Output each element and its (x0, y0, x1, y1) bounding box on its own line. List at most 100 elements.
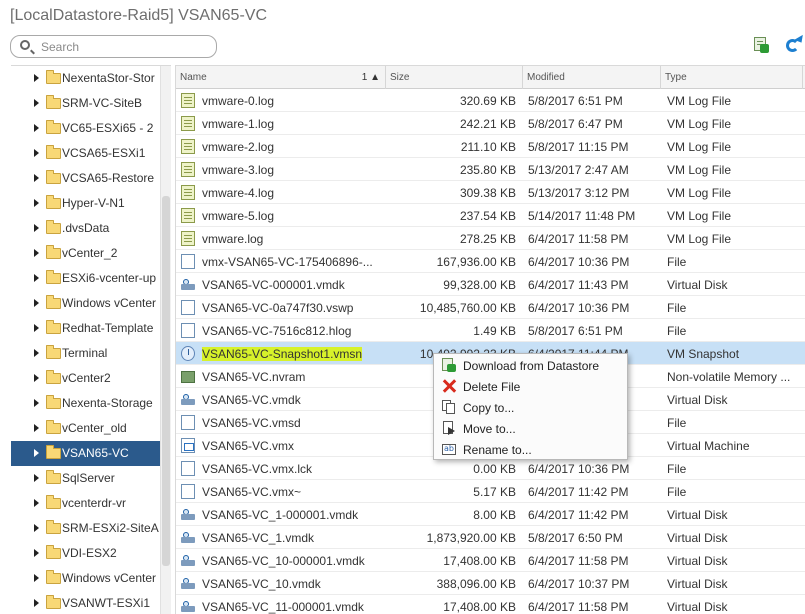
expand-arrow-icon[interactable] (34, 99, 39, 107)
file-name: VSAN65-VC-Snapshot1.vmsn (202, 347, 363, 361)
expand-arrow-icon[interactable] (34, 249, 39, 257)
file-modified: 6/4/2017 10:37 PM (528, 577, 630, 591)
expand-arrow-icon[interactable] (34, 274, 39, 282)
refresh-button[interactable] (784, 34, 805, 54)
virtual-disk-icon (181, 530, 195, 545)
table-row[interactable]: VSAN65-VC.vmx.lck 0.00 KB 6/4/2017 10:36 P… (176, 457, 805, 480)
file-type: VM Snapshot (667, 347, 740, 361)
tree-scroll-thumb[interactable] (162, 196, 170, 566)
file-icon (181, 300, 195, 315)
tree-item[interactable]: vCenter_old (11, 416, 160, 441)
file-grid: Name 1 ▲ Size Modified Type vmware-0.log… (175, 65, 805, 614)
table-row[interactable]: vmware-3.log 235.80 KB 5/13/2017 2:47 AM VM… (176, 158, 805, 181)
table-row[interactable]: VSAN65-VC_10.vmdk 388,096.00 KB 6/4/2017 1… (176, 572, 805, 595)
tree-item[interactable]: VCSA65-ESXi1 (11, 141, 160, 166)
folder-icon (46, 320, 61, 334)
menu-item-delete-file[interactable]: Delete File (434, 376, 627, 397)
file-size: 17,408.00 KB (443, 554, 516, 568)
tree-item[interactable]: VSANWT-ESXi1 (11, 591, 160, 614)
tree-item[interactable]: VSAN65-VC (11, 441, 160, 466)
file-type: Virtual Disk (667, 278, 728, 292)
menu-item-download[interactable]: Download from Datastore (434, 355, 627, 376)
table-row[interactable]: VSAN65-VC_1-000001.vmdk 8.00 KB 6/4/2017 1… (176, 503, 805, 526)
table-row[interactable]: VSAN65-VC.vmx~ 5.17 KB 6/4/2017 11:42 PM Fi… (176, 480, 805, 503)
table-row[interactable]: VSAN65-VC-0a747f30.vswp 10,485,760.00 KB 6… (176, 296, 805, 319)
table-row[interactable]: vmware-4.log 309.38 KB 5/13/2017 3:12 PM VM… (176, 181, 805, 204)
search-input[interactable] (41, 38, 211, 55)
table-row[interactable]: VSAN65-VC-7516c812.hlog 1.49 KB 5/8/2017 6… (176, 319, 805, 342)
tree-item[interactable]: ESXi6-vcenter-up (11, 266, 160, 291)
tree-item[interactable]: SRM-VC-SiteB (11, 91, 160, 116)
expand-arrow-icon[interactable] (34, 299, 39, 307)
tree-item[interactable]: vCenter_2 (11, 241, 160, 266)
tree-item[interactable]: NexentaStor-Stor (11, 66, 160, 91)
tree-item[interactable]: vCenter2 (11, 366, 160, 391)
expand-arrow-icon[interactable] (34, 549, 39, 557)
virtual-disk-icon (181, 576, 195, 591)
tree-item[interactable]: Redhat-Template (11, 316, 160, 341)
tree-item[interactable]: Windows vCenter (11, 291, 160, 316)
table-row[interactable]: vmware-0.log 320.69 KB 5/8/2017 6:51 PM VM … (176, 89, 805, 112)
expand-arrow-icon[interactable] (34, 499, 39, 507)
expand-arrow-icon[interactable] (34, 199, 39, 207)
menu-item-rename-to[interactable]: Rename to... (434, 439, 627, 460)
tree-item-label: .dvsData (62, 221, 110, 235)
expand-arrow-icon[interactable] (34, 574, 39, 582)
table-row[interactable]: VSAN65-VC-000001.vmdk 99,328.00 KB 6/4/201… (176, 273, 805, 296)
tree-item[interactable]: SqlServer (11, 466, 160, 491)
table-row[interactable]: vmware-5.log 237.54 KB 5/14/2017 11:48 PM V… (176, 204, 805, 227)
expand-arrow-icon[interactable] (34, 424, 39, 432)
tree-item[interactable]: Nexenta-Storage (11, 391, 160, 416)
expand-arrow-icon[interactable] (34, 374, 39, 382)
tree-scrollbar[interactable] (160, 66, 171, 614)
table-row[interactable]: VSAN65-VC_11-000001.vmdk 17,408.00 KB 6/4/… (176, 595, 805, 614)
file-type: Virtual Disk (667, 508, 728, 522)
file-type: File (667, 462, 687, 476)
tree-item[interactable]: vcenterdr-vr (11, 491, 160, 516)
expand-arrow-icon[interactable] (34, 124, 39, 132)
table-row[interactable]: VSAN65-VC_1.vmdk 1,873,920.00 KB 5/8/2017 … (176, 526, 805, 549)
tree-item[interactable]: Terminal (11, 341, 160, 366)
search-box[interactable] (10, 35, 217, 58)
menu-item-move-to[interactable]: Move to... (434, 418, 627, 439)
expand-arrow-icon[interactable] (34, 449, 39, 457)
expand-arrow-icon[interactable] (34, 74, 39, 82)
download-from-datastore-button[interactable] (753, 37, 771, 54)
file-type: Virtual Disk (667, 554, 728, 568)
folder-icon (46, 270, 61, 284)
file-type: File (667, 485, 687, 499)
expand-arrow-icon[interactable] (34, 324, 39, 332)
file-size: 1.49 KB (473, 324, 516, 338)
expand-arrow-icon[interactable] (34, 474, 39, 482)
folder-tree[interactable]: NexentaStor-Stor SRM-VC-SiteB VC65-ESXi65 … (11, 65, 171, 614)
table-row[interactable]: VSAN65-VC_10-000001.vmdk 17,408.00 KB 6/4/… (176, 549, 805, 572)
expand-arrow-icon[interactable] (34, 349, 39, 357)
folder-icon (46, 245, 61, 259)
tree-item-label: SqlServer (62, 471, 115, 485)
column-header-size[interactable]: Size (386, 66, 523, 89)
column-header-modified[interactable]: Modified (523, 66, 661, 89)
virtual-machine-icon (181, 438, 195, 453)
tree-item[interactable]: VCSA65-Restore (11, 166, 160, 191)
column-header-type[interactable]: Type (661, 66, 803, 89)
expand-arrow-icon[interactable] (34, 599, 39, 607)
tree-item[interactable]: .dvsData (11, 216, 160, 241)
table-row[interactable]: vmware.log 278.25 KB 6/4/2017 11:58 PM VM L… (176, 227, 805, 250)
expand-arrow-icon[interactable] (34, 524, 39, 532)
column-header-name[interactable]: Name 1 ▲ (176, 66, 386, 89)
table-row[interactable]: vmx-VSAN65-VC-175406896-... 167,936.00 KB… (176, 250, 805, 273)
menu-item-copy-to[interactable]: Copy to... (434, 397, 627, 418)
search-icon (20, 40, 30, 50)
expand-arrow-icon[interactable] (34, 149, 39, 157)
expand-arrow-icon[interactable] (34, 399, 39, 407)
tree-item[interactable]: VDI-ESX2 (11, 541, 160, 566)
expand-arrow-icon[interactable] (34, 224, 39, 232)
tree-item[interactable]: SRM-ESXi2-SiteA (11, 516, 160, 541)
table-row[interactable]: vmware-2.log 211.10 KB 5/8/2017 11:15 PM VM… (176, 135, 805, 158)
file-name: vmware-0.log (202, 94, 275, 108)
tree-item[interactable]: Hyper-V-N1 (11, 191, 160, 216)
tree-item[interactable]: VC65-ESXi65 - 2 (11, 116, 160, 141)
expand-arrow-icon[interactable] (34, 174, 39, 182)
tree-item[interactable]: Windows vCenter (11, 566, 160, 591)
table-row[interactable]: vmware-1.log 242.21 KB 5/8/2017 6:47 PM VM … (176, 112, 805, 135)
